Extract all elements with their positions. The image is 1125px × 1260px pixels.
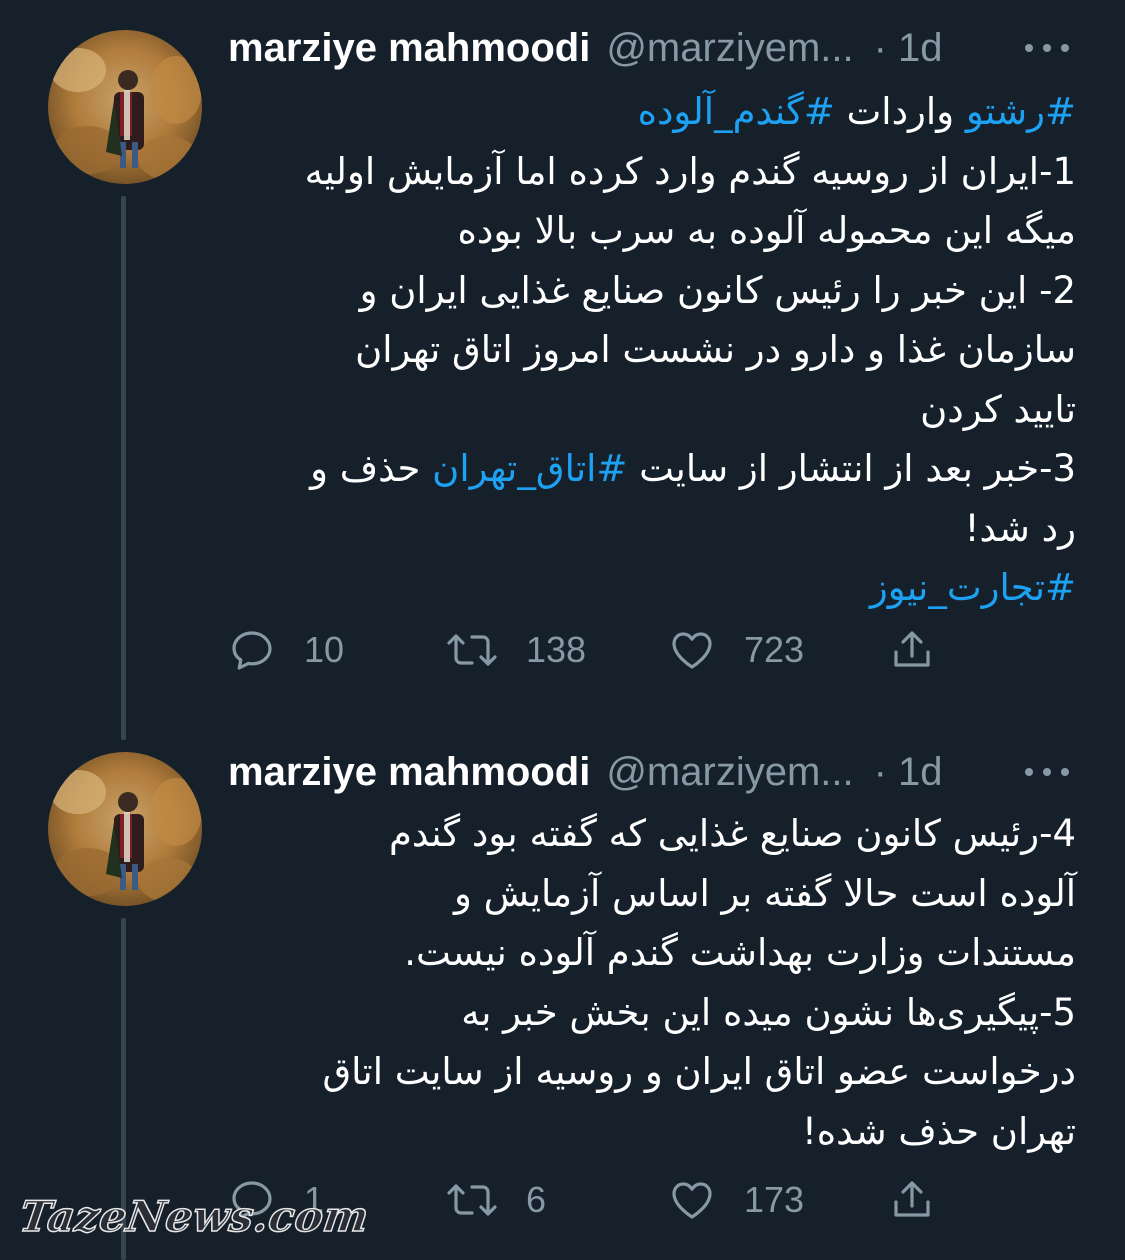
tweet-line: 4-رئیس کانون صنایع غذایی که گفته بود گند… <box>388 812 1076 855</box>
tweet-line: مستندات وزارت بهداشت گندم آلوده نیست. <box>404 931 1076 974</box>
tweet-line: رد شد! <box>964 506 1076 550</box>
more-icon <box>1025 768 1069 776</box>
share-icon <box>894 1181 930 1217</box>
retweet-button[interactable]: 138 <box>446 620 586 680</box>
like-button[interactable]: 173 <box>668 1170 804 1230</box>
more-button[interactable] <box>1021 754 1073 790</box>
tweet-line: #رشتو واردات #گندم_آلوده <box>228 82 1076 142</box>
watermark: TazeNews.com <box>16 1191 373 1242</box>
author-handle[interactable]: @marziyem... <box>606 26 853 71</box>
tweet-text-segment: 3-خبر بعد از انتشار از سایت <box>627 447 1076 490</box>
avatar[interactable] <box>48 30 202 184</box>
retweet-count: 138 <box>526 629 587 670</box>
share-icon <box>894 631 930 667</box>
author-handle[interactable]: @marziyem... <box>606 750 853 795</box>
avatar-photo <box>48 752 202 906</box>
tweet-time[interactable]: · 1d <box>874 26 943 71</box>
hashtag-link[interactable]: #رشتو <box>966 90 1076 133</box>
share-button[interactable] <box>888 1170 936 1230</box>
tweet-line: 5-پیگیری‌ها نشون میده این بخش خبر به <box>461 990 1076 1034</box>
avatar-photo <box>48 30 202 184</box>
tweet-line: درخواست عضو اتاق ایران و روسیه از سایت ا… <box>322 1050 1076 1093</box>
tweet-text-segment: حذف و <box>310 447 433 490</box>
retweet-button[interactable]: 6 <box>446 1170 546 1230</box>
tweet[interactable]: marziye mahmoodi @marziyem... · 1d #رشتو… <box>0 0 1125 740</box>
share-button[interactable] <box>888 620 936 680</box>
tweet-line: 3-خبر بعد از انتشار از سایت #اتاق_تهران … <box>228 439 1076 499</box>
tweet-header: marziye mahmoodi @marziyem... · 1d <box>228 22 1085 74</box>
heart-icon <box>672 632 712 669</box>
heart-icon <box>672 1182 712 1219</box>
tweet-line: تایید کردن <box>920 387 1076 431</box>
like-count: 723 <box>744 629 805 670</box>
tweet-actions: 10 138 723 <box>228 620 988 680</box>
retweet-icon <box>447 634 497 666</box>
tweet-line: #تجارت_نیوز <box>228 558 1076 618</box>
author-name[interactable]: marziye mahmoodi <box>228 750 590 795</box>
hashtag-link[interactable]: #اتاق_تهران <box>432 447 627 490</box>
tweet-line: 1-ایران از روسیه گندم وارد کرده اما آزما… <box>304 149 1076 193</box>
author-name[interactable]: marziye mahmoodi <box>228 26 590 71</box>
retweet-count: 6 <box>526 1179 547 1220</box>
tweet[interactable]: marziye mahmoodi @marziyem... · 1d 4-رئی… <box>0 740 1125 1260</box>
hashtag-link[interactable]: #گندم_آلوده <box>638 90 835 133</box>
tweet-line: سازمان غذا و دارو در نشست امروز اتاق تهر… <box>355 328 1076 371</box>
more-button[interactable] <box>1021 30 1073 66</box>
reply-button[interactable]: 10 <box>228 620 344 680</box>
like-button[interactable]: 723 <box>668 620 804 680</box>
tweet-line: 2- این خبر را رئیس کانون صنایع غذایی ایر… <box>359 268 1076 312</box>
tweet-text: #رشتو واردات #گندم_آلوده 1-ایران از روسی… <box>228 82 1076 618</box>
avatar[interactable] <box>48 752 202 906</box>
reply-count: 10 <box>304 629 345 670</box>
tweet-line: میگه این محموله آلوده به سرب بالا بوده <box>457 209 1076 252</box>
hashtag-link[interactable]: #تجارت_نیوز <box>870 566 1076 609</box>
more-icon <box>1025 44 1069 52</box>
tweet-line: تهران حذف شده! <box>801 1109 1076 1153</box>
like-count: 173 <box>744 1179 805 1220</box>
tweet-line: آلوده است حالا گفته بر اساس آزمایش و <box>453 871 1076 915</box>
tweet-text: 4-رئیس کانون صنایع غذایی که گفته بود گند… <box>228 804 1076 1161</box>
tweet-text-segment: واردات <box>834 90 966 133</box>
reply-icon <box>232 631 272 670</box>
retweet-icon <box>447 1184 497 1216</box>
tweet-time[interactable]: · 1d <box>874 750 943 795</box>
thread-line <box>121 196 126 740</box>
tweet-header: marziye mahmoodi @marziyem... · 1d <box>228 746 1085 798</box>
